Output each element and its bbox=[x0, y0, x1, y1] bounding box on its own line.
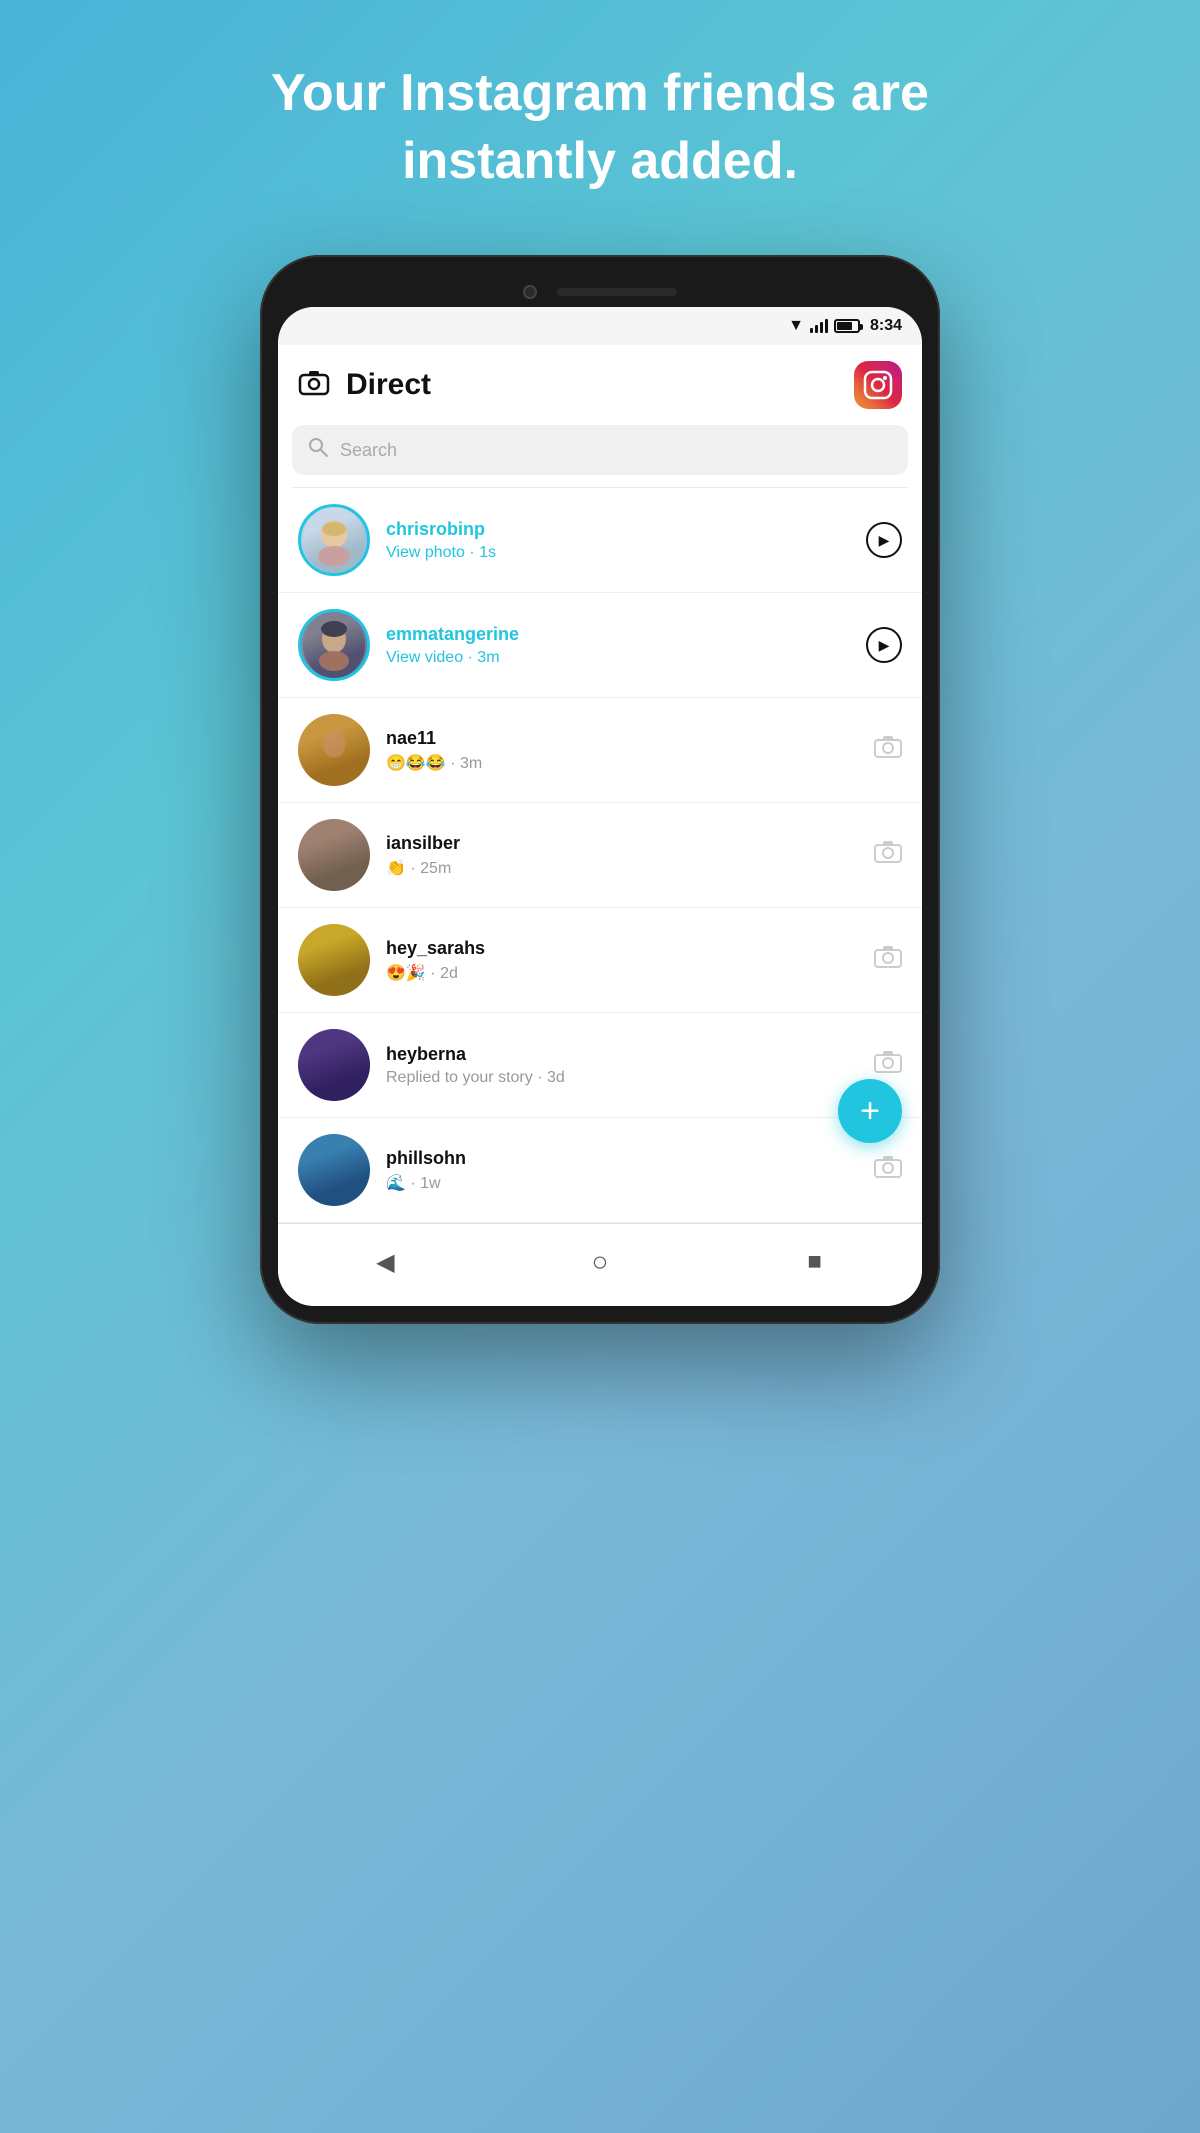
avatar-hey-sarahs bbox=[298, 924, 370, 996]
action-hey-sarahs[interactable] bbox=[874, 945, 902, 976]
username-hey-sarahs: hey_sarahs bbox=[386, 938, 858, 959]
camera-icon-phillsohn[interactable] bbox=[874, 1155, 902, 1186]
message-content-chrisrobinp: chrisrobinp View photo · 1s bbox=[386, 519, 850, 562]
avatar-wrap-heyberna bbox=[298, 1029, 370, 1101]
message-content-iansilber: iansilber 👏 · 25m bbox=[386, 833, 858, 878]
camera-icon-heyberna[interactable] bbox=[874, 1050, 902, 1081]
camera-icon-iansilber[interactable] bbox=[874, 840, 902, 871]
recent-icon: ■ bbox=[807, 1248, 822, 1276]
battery-icon bbox=[834, 319, 860, 333]
preview-iansilber: 👏 · 25m bbox=[386, 858, 858, 878]
message-item-iansilber[interactable]: iansilber 👏 · 25m bbox=[278, 803, 922, 908]
message-item-heyberna[interactable]: heyberna Replied to your story · 3d bbox=[278, 1013, 922, 1118]
phone-screen: ▼ 8:34 bbox=[278, 307, 922, 1306]
camera-header-button[interactable] bbox=[298, 368, 330, 403]
username-iansilber: iansilber bbox=[386, 833, 858, 854]
action-chrisrobinp[interactable]: ▶ bbox=[866, 522, 902, 558]
avatar-emmatangerine bbox=[298, 609, 370, 681]
message-item-hey-sarahs[interactable]: hey_sarahs 😍🎉 · 2d bbox=[278, 908, 922, 1013]
phone-nav-bar: ◀ ○ ■ bbox=[278, 1223, 922, 1306]
avatar-wrap-emmatangerine bbox=[298, 609, 370, 681]
avatar-wrap-phillsohn bbox=[298, 1134, 370, 1206]
search-icon bbox=[308, 437, 328, 463]
camera-icon-nae11[interactable] bbox=[874, 735, 902, 766]
arrow-button-emmatangerine[interactable]: ▶ bbox=[866, 627, 902, 663]
page-headline: Your Instagram friends are instantly add… bbox=[271, 60, 929, 195]
nav-back-button[interactable]: ◀ bbox=[360, 1242, 410, 1282]
username-heyberna: heyberna bbox=[386, 1044, 858, 1065]
avatar-wrap-iansilber bbox=[298, 819, 370, 891]
arrow-button-chrisrobinp[interactable]: ▶ bbox=[866, 522, 902, 558]
camera-icon-hey-sarahs[interactable] bbox=[874, 945, 902, 976]
fab-plus-icon: + bbox=[860, 1092, 880, 1131]
action-nae11[interactable] bbox=[874, 735, 902, 766]
action-heyberna[interactable] bbox=[874, 1050, 902, 1081]
app-header: Direct bbox=[278, 345, 922, 425]
avatar-nae11 bbox=[298, 714, 370, 786]
instagram-button[interactable] bbox=[854, 361, 902, 409]
avatar-wrap-hey-sarahs bbox=[298, 924, 370, 996]
home-icon: ○ bbox=[592, 1246, 609, 1278]
wifi-icon: ▼ bbox=[788, 317, 804, 335]
message-content-nae11: nae11 😁😂😂 · 3m bbox=[386, 728, 858, 773]
phone-top-bar bbox=[278, 273, 922, 307]
compose-fab-button[interactable]: + bbox=[838, 1079, 902, 1143]
app-title: Direct bbox=[346, 368, 431, 402]
preview-phillsohn: 🌊 · 1w bbox=[386, 1173, 858, 1193]
phone-speaker bbox=[557, 288, 677, 296]
preview-emmatangerine: View video · 3m bbox=[386, 649, 850, 667]
signal-icon bbox=[810, 319, 828, 333]
messages-list: chrisrobinp View photo · 1s ▶ bbox=[278, 488, 922, 1223]
screen-content: Direct Search bbox=[278, 345, 922, 1306]
avatar-wrap-nae11 bbox=[298, 714, 370, 786]
preview-nae11: 😁😂😂 · 3m bbox=[386, 753, 858, 773]
search-bar[interactable]: Search bbox=[292, 425, 908, 475]
status-time: 8:34 bbox=[870, 317, 902, 335]
message-content-hey-sarahs: hey_sarahs 😍🎉 · 2d bbox=[386, 938, 858, 983]
nav-home-button[interactable]: ○ bbox=[575, 1242, 625, 1282]
message-item-phillsohn[interactable]: phillsohn 🌊 · 1w bbox=[278, 1118, 922, 1223]
back-icon: ◀ bbox=[376, 1248, 394, 1277]
username-chrisrobinp: chrisrobinp bbox=[386, 519, 850, 540]
message-item-nae11[interactable]: nae11 😁😂😂 · 3m bbox=[278, 698, 922, 803]
action-emmatangerine[interactable]: ▶ bbox=[866, 627, 902, 663]
header-left: Direct bbox=[298, 368, 431, 403]
nav-recent-button[interactable]: ■ bbox=[790, 1242, 840, 1282]
action-iansilber[interactable] bbox=[874, 840, 902, 871]
action-phillsohn[interactable] bbox=[874, 1155, 902, 1186]
preview-chrisrobinp: View photo · 1s bbox=[386, 544, 850, 562]
phone-device: ▼ 8:34 bbox=[260, 255, 940, 1324]
status-icons: ▼ 8:34 bbox=[788, 317, 902, 335]
username-phillsohn: phillsohn bbox=[386, 1148, 858, 1169]
avatar-phillsohn bbox=[298, 1134, 370, 1206]
preview-heyberna: Replied to your story · 3d bbox=[386, 1069, 858, 1087]
search-placeholder: Search bbox=[340, 440, 397, 461]
message-item-chrisrobinp[interactable]: chrisrobinp View photo · 1s ▶ bbox=[278, 488, 922, 593]
avatar-chrisrobinp bbox=[298, 504, 370, 576]
message-item-emmatangerine[interactable]: emmatangerine View video · 3m ▶ bbox=[278, 593, 922, 698]
preview-hey-sarahs: 😍🎉 · 2d bbox=[386, 963, 858, 983]
username-emmatangerine: emmatangerine bbox=[386, 624, 850, 645]
avatar-heyberna bbox=[298, 1029, 370, 1101]
message-content-emmatangerine: emmatangerine View video · 3m bbox=[386, 624, 850, 667]
avatar-wrap-chrisrobinp bbox=[298, 504, 370, 576]
message-content-phillsohn: phillsohn 🌊 · 1w bbox=[386, 1148, 858, 1193]
phone-camera bbox=[523, 285, 537, 299]
avatar-iansilber bbox=[298, 819, 370, 891]
status-bar: ▼ 8:34 bbox=[278, 307, 922, 345]
message-content-heyberna: heyberna Replied to your story · 3d bbox=[386, 1044, 858, 1087]
username-nae11: nae11 bbox=[386, 728, 858, 749]
